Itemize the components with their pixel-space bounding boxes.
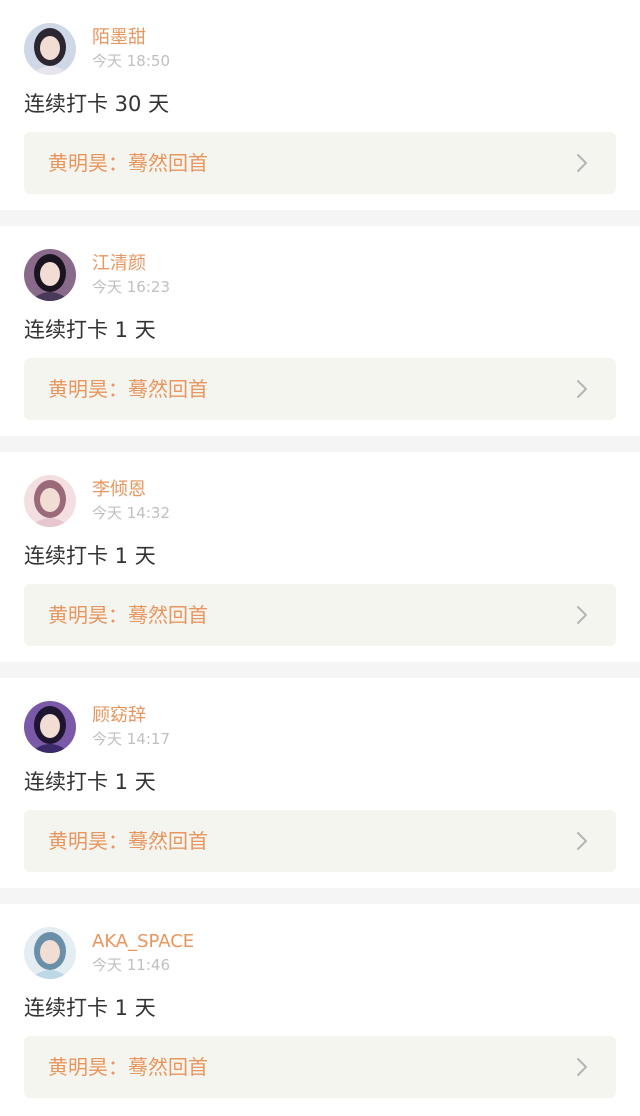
quote-text: 黄明昊：蓦然回首 xyxy=(48,1055,208,1079)
chevron-right-icon xyxy=(572,153,592,173)
quote-link[interactable]: 黄明昊：蓦然回首 xyxy=(24,358,616,420)
avatar[interactable] xyxy=(24,475,76,527)
checkin-card: 陌墨甜 今天 18:50 连续打卡 30 天 黄明昊：蓦然回首 xyxy=(0,0,640,210)
checkin-card: 江清颜 今天 16:23 连续打卡 1 天 黄明昊：蓦然回首 xyxy=(0,226,640,436)
username[interactable]: 李倾恩 xyxy=(92,479,146,501)
quote-link[interactable]: 黄明昊：蓦然回首 xyxy=(24,1036,616,1098)
quote-link[interactable]: 黄明昊：蓦然回首 xyxy=(24,132,616,194)
quote-text: 黄明昊：蓦然回首 xyxy=(48,603,208,627)
timestamp: 今天 16:23 xyxy=(92,278,170,296)
quote-text: 黄明昊：蓦然回首 xyxy=(48,151,208,175)
username[interactable]: 陌墨甜 xyxy=(92,27,146,49)
quote-text: 黄明昊：蓦然回首 xyxy=(48,829,208,853)
chevron-right-icon xyxy=(572,831,592,851)
timestamp: 今天 11:46 xyxy=(92,956,170,974)
timestamp: 今天 18:50 xyxy=(92,52,170,70)
username[interactable]: 顾窈辞 xyxy=(92,705,146,727)
streak-text: 连续打卡 1 天 xyxy=(24,770,156,794)
avatar[interactable] xyxy=(24,249,76,301)
timestamp: 今天 14:17 xyxy=(92,730,170,748)
username[interactable]: 江清颜 xyxy=(92,253,146,275)
avatar[interactable] xyxy=(24,701,76,753)
streak-text: 连续打卡 1 天 xyxy=(24,996,156,1020)
quote-link[interactable]: 黄明昊：蓦然回首 xyxy=(24,584,616,646)
checkin-feed: 陌墨甜 今天 18:50 连续打卡 30 天 黄明昊：蓦然回首 江清颜 今天 1… xyxy=(0,0,640,1116)
chevron-right-icon xyxy=(572,1057,592,1077)
chevron-right-icon xyxy=(572,379,592,399)
quote-link[interactable]: 黄明昊：蓦然回首 xyxy=(24,810,616,872)
checkin-card: 李倾恩 今天 14:32 连续打卡 1 天 黄明昊：蓦然回首 xyxy=(0,452,640,662)
streak-text: 连续打卡 1 天 xyxy=(24,318,156,342)
checkin-card: AKA_SPACE 今天 11:46 连续打卡 1 天 黄明昊：蓦然回首 xyxy=(0,904,640,1116)
username[interactable]: AKA_SPACE xyxy=(92,931,194,953)
checkin-card: 顾窈辞 今天 14:17 连续打卡 1 天 黄明昊：蓦然回首 xyxy=(0,678,640,888)
avatar[interactable] xyxy=(24,927,76,979)
streak-text: 连续打卡 30 天 xyxy=(24,92,170,116)
streak-text: 连续打卡 1 天 xyxy=(24,544,156,568)
quote-text: 黄明昊：蓦然回首 xyxy=(48,377,208,401)
avatar[interactable] xyxy=(24,23,76,75)
timestamp: 今天 14:32 xyxy=(92,504,170,522)
chevron-right-icon xyxy=(572,605,592,625)
